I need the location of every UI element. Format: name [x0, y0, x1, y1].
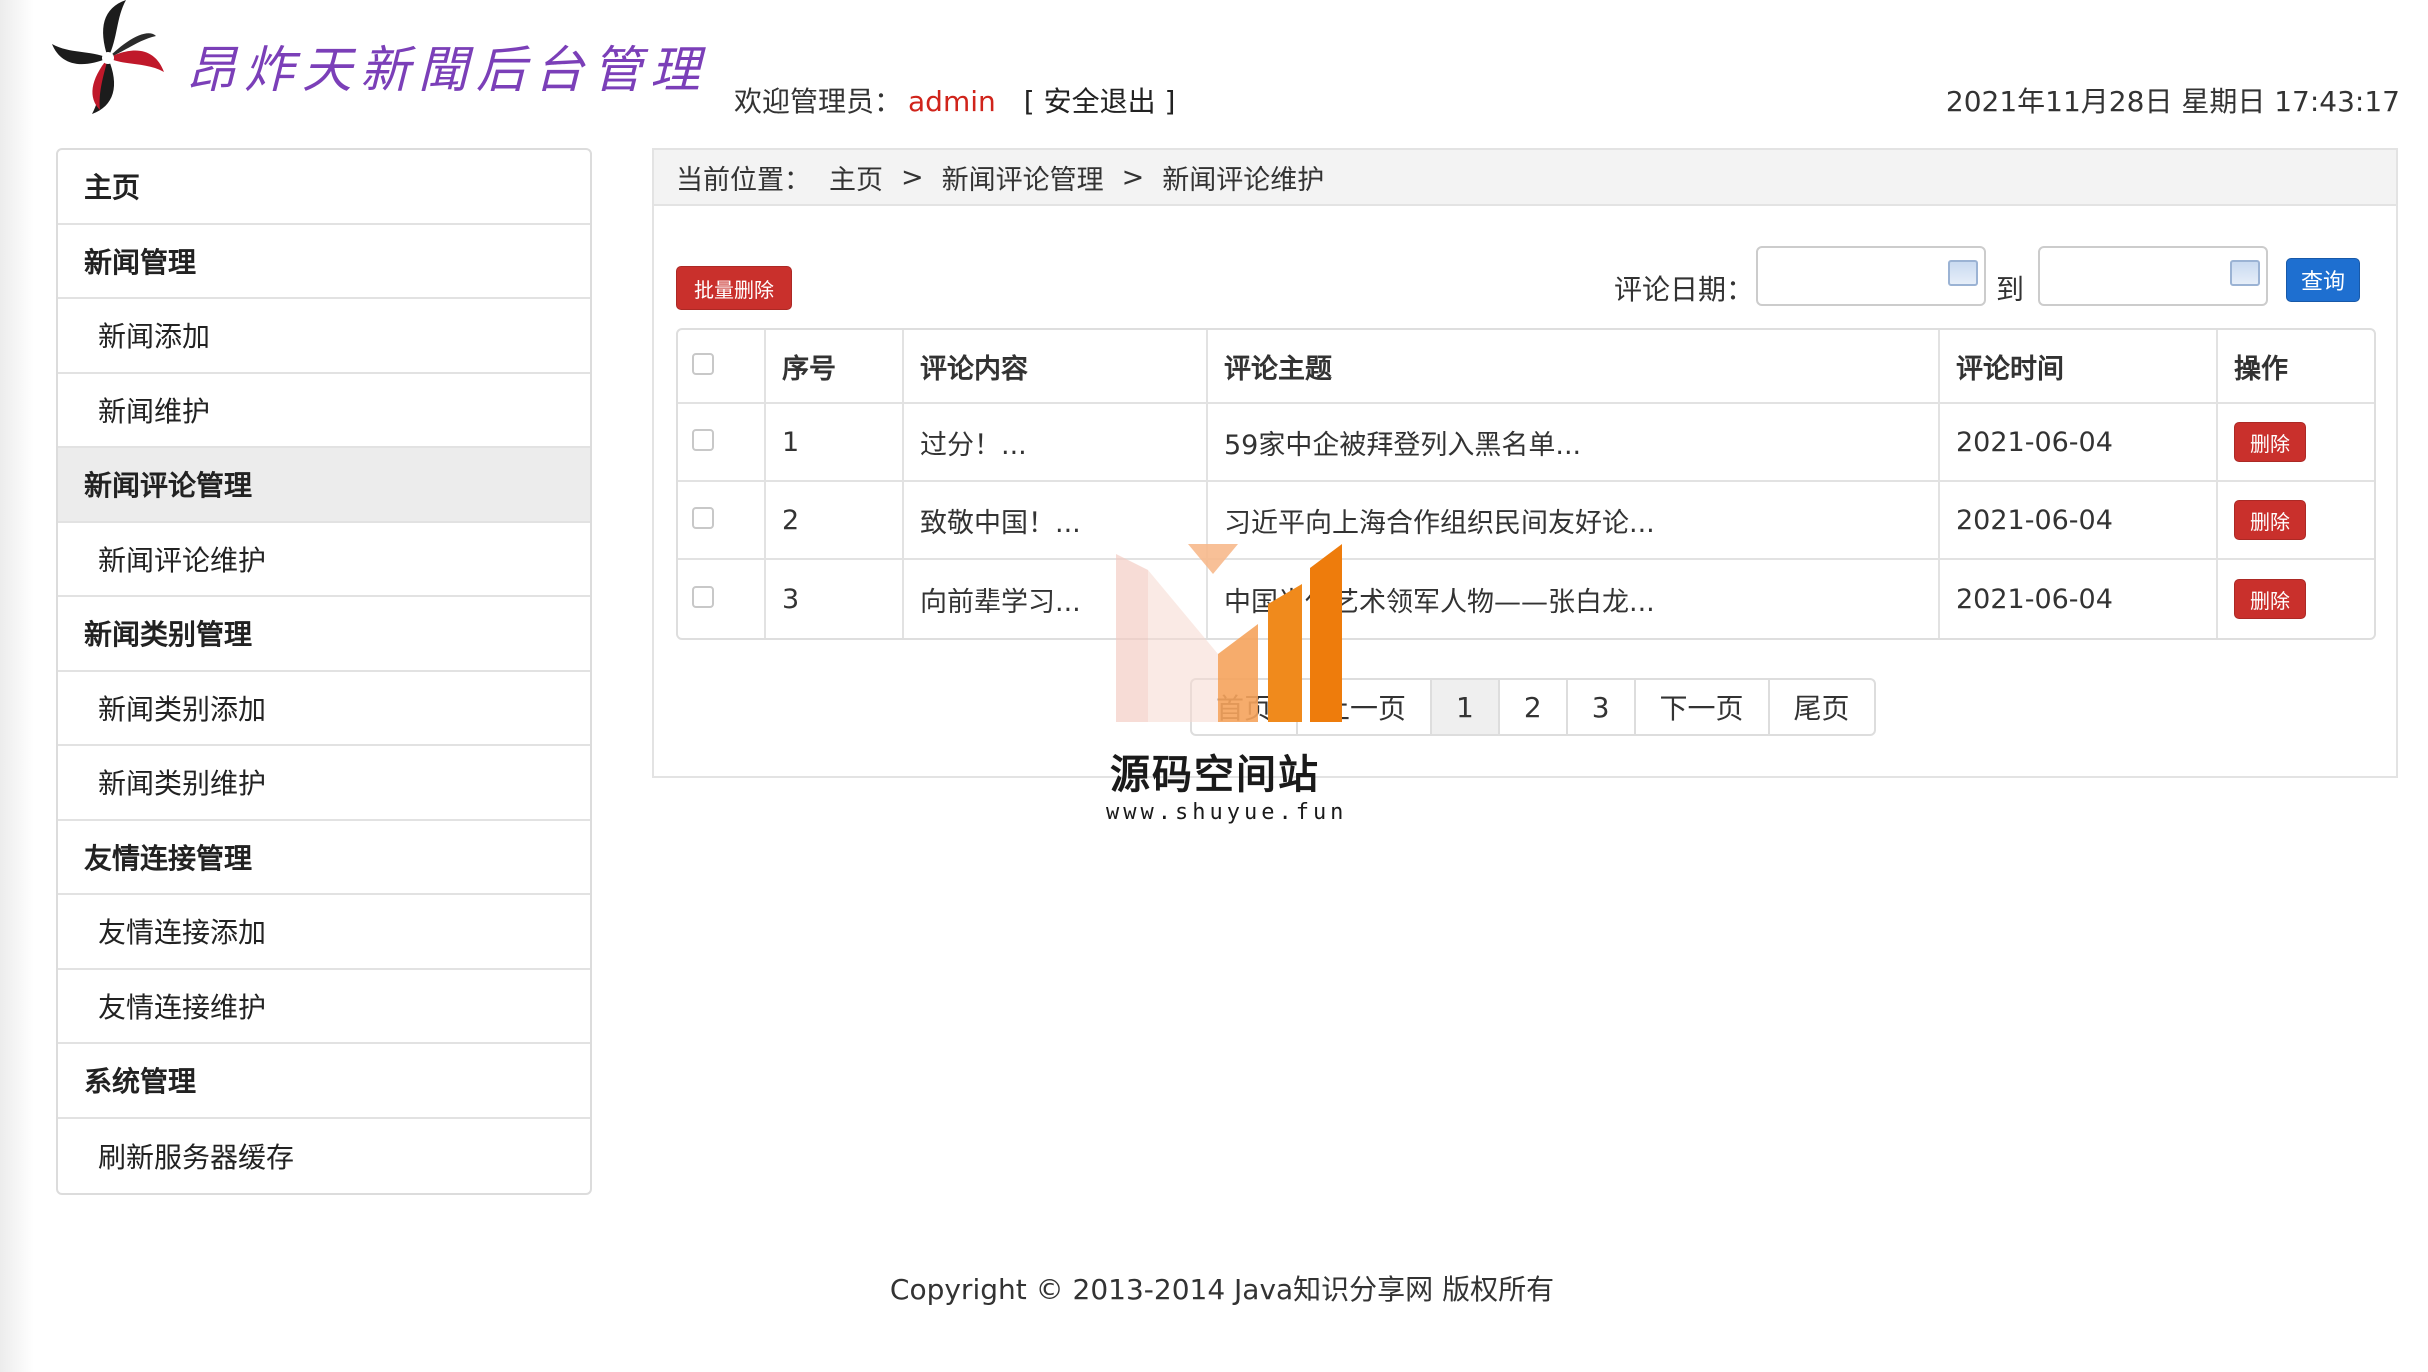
sidebar-item-category-maintain[interactable]: 新闻类别维护 — [58, 746, 590, 821]
sidebar-item-link-add[interactable]: 友情连接添加 — [58, 895, 590, 970]
sidebar-group-system[interactable]: 系统管理 — [58, 1044, 590, 1119]
sidebar-item-refresh-cache[interactable]: 刷新服务器缓存 — [58, 1119, 590, 1194]
table-row: 3 向前辈学习... 中国当代艺术领军人物——张白龙... 2021-06-04… — [678, 560, 2374, 638]
welcome-label: 欢迎管理员： — [734, 85, 903, 118]
sidebar-item-news-maintain[interactable]: 新闻维护 — [58, 374, 590, 448]
watermark-logo-icon — [1116, 544, 1342, 722]
breadcrumb: 当前位置： 主页 > 新闻评论管理 > 新闻评论维护 — [654, 150, 2396, 206]
action-cell: 删除 — [2218, 404, 2374, 482]
action-cell: 删除 — [2218, 482, 2374, 560]
row-checkbox[interactable] — [692, 585, 714, 608]
row-select-cell — [678, 482, 766, 560]
table-header-row: 序号 评论内容 评论主题 评论时间 操作 — [678, 330, 2374, 404]
comment-topic: 59家中企被拜登列入黑名单... — [1208, 404, 1940, 482]
row-number: 3 — [766, 560, 904, 638]
breadcrumb-separator: > — [1121, 161, 1145, 193]
page-number-current[interactable]: 1 — [1432, 680, 1500, 734]
sidebar-group-links[interactable]: 友情连接管理 — [58, 821, 590, 895]
breadcrumb-comments[interactable]: 新闻评论管理 — [942, 158, 1104, 197]
page-number[interactable]: 3 — [1568, 680, 1636, 734]
breadcrumb-separator: > — [901, 161, 924, 193]
sidebar-group-comments[interactable]: 新闻评论管理 — [58, 448, 590, 523]
main-panel: 当前位置： 主页 > 新闻评论管理 > 新闻评论维护 批量删除 评论日期： 到 … — [652, 148, 2398, 778]
column-header: 评论时间 — [1940, 330, 2218, 404]
header: 昂炸天新聞后台管理 欢迎管理员： admin [ 安全退出 ] 2021年11月28… — [0, 0, 2428, 140]
sidebar-group-categories[interactable]: 新闻类别管理 — [58, 597, 590, 672]
calendar-icon[interactable] — [1948, 260, 1978, 286]
page-next[interactable]: 下一页 — [1636, 680, 1770, 734]
page-number[interactable]: 2 — [1500, 680, 1568, 734]
row-select-cell — [678, 560, 766, 638]
sidebar-item-link-maintain[interactable]: 友情连接维护 — [58, 970, 590, 1044]
welcome-bar: 欢迎管理员： admin [ 安全退出 ] — [734, 80, 1175, 120]
username: admin — [908, 85, 996, 118]
left-shadow — [0, 0, 34, 1372]
comment-time: 2021-06-04 — [1940, 404, 2218, 482]
delete-button[interactable]: 删除 — [2234, 422, 2306, 462]
action-cell: 删除 — [2218, 560, 2374, 638]
comments-table: 序号 评论内容 评论主题 评论时间 操作 1 过分！... 59家中企被拜登列入… — [676, 328, 2376, 640]
batch-delete-button[interactable]: 批量删除 — [676, 266, 792, 310]
watermark-title: 源码空间站 — [1110, 752, 1320, 798]
current-datetime: 2021年11月28日 星期日 17:43:17 — [1945, 85, 2400, 118]
logo-icon — [52, 0, 164, 114]
column-header: 操作 — [2218, 330, 2374, 404]
watermark-url: www.shuyue.fun — [1106, 800, 1348, 825]
comment-content: 过分！... — [904, 404, 1208, 482]
select-all-checkbox[interactable] — [692, 352, 714, 375]
row-checkbox[interactable] — [692, 428, 714, 451]
row-number: 2 — [766, 482, 904, 560]
comment-time: 2021-06-04 — [1940, 482, 2218, 560]
breadcrumb-home[interactable]: 主页 — [829, 158, 883, 197]
app-title: 昂炸天新聞后台管理 — [186, 41, 708, 99]
delete-button[interactable]: 删除 — [2234, 579, 2306, 619]
sidebar-item-category-add[interactable]: 新闻类别添加 — [58, 672, 590, 746]
sidebar-group-news[interactable]: 新闻管理 — [58, 225, 590, 299]
row-select-cell — [678, 404, 766, 482]
calendar-icon[interactable] — [2230, 260, 2260, 286]
column-header: 评论主题 — [1208, 330, 1940, 404]
sidebar-item-home[interactable]: 主页 — [58, 150, 590, 225]
date-to-label: 到 — [1996, 273, 2025, 306]
footer-copyright: Copyright © 2013-2014 Java知识分享网 版权所有 — [889, 1273, 1555, 1306]
comment-time: 2021-06-04 — [1940, 560, 2218, 638]
table-row: 1 过分！... 59家中企被拜登列入黑名单... 2021-06-04 删除 — [678, 404, 2374, 482]
comment-date-label: 评论日期： — [1614, 273, 1755, 306]
breadcrumb-label: 当前位置： — [676, 164, 811, 196]
row-checkbox[interactable] — [692, 506, 714, 529]
page-last[interactable]: 尾页 — [1770, 680, 1874, 734]
logout-link[interactable]: [ 安全退出 ] — [1024, 85, 1176, 118]
sidebar-item-comments-maintain[interactable]: 新闻评论维护 — [58, 523, 590, 597]
breadcrumb-current: 新闻评论维护 — [1162, 164, 1325, 196]
column-header: 序号 — [766, 330, 904, 404]
query-button[interactable]: 查询 — [2286, 258, 2360, 302]
sidebar-nav: 主页 新闻管理 新闻添加 新闻维护 新闻评论管理 新闻评论维护 新闻类别管理 新… — [56, 148, 592, 1195]
table-row: 2 致敬中国！... 习近平向上海合作组织民间友好论... 2021-06-04… — [678, 482, 2374, 560]
select-all-cell — [678, 330, 766, 404]
sidebar-item-news-add[interactable]: 新闻添加 — [58, 299, 590, 374]
row-number: 1 — [766, 404, 904, 482]
delete-button[interactable]: 删除 — [2234, 500, 2306, 540]
column-header: 评论内容 — [904, 330, 1208, 404]
